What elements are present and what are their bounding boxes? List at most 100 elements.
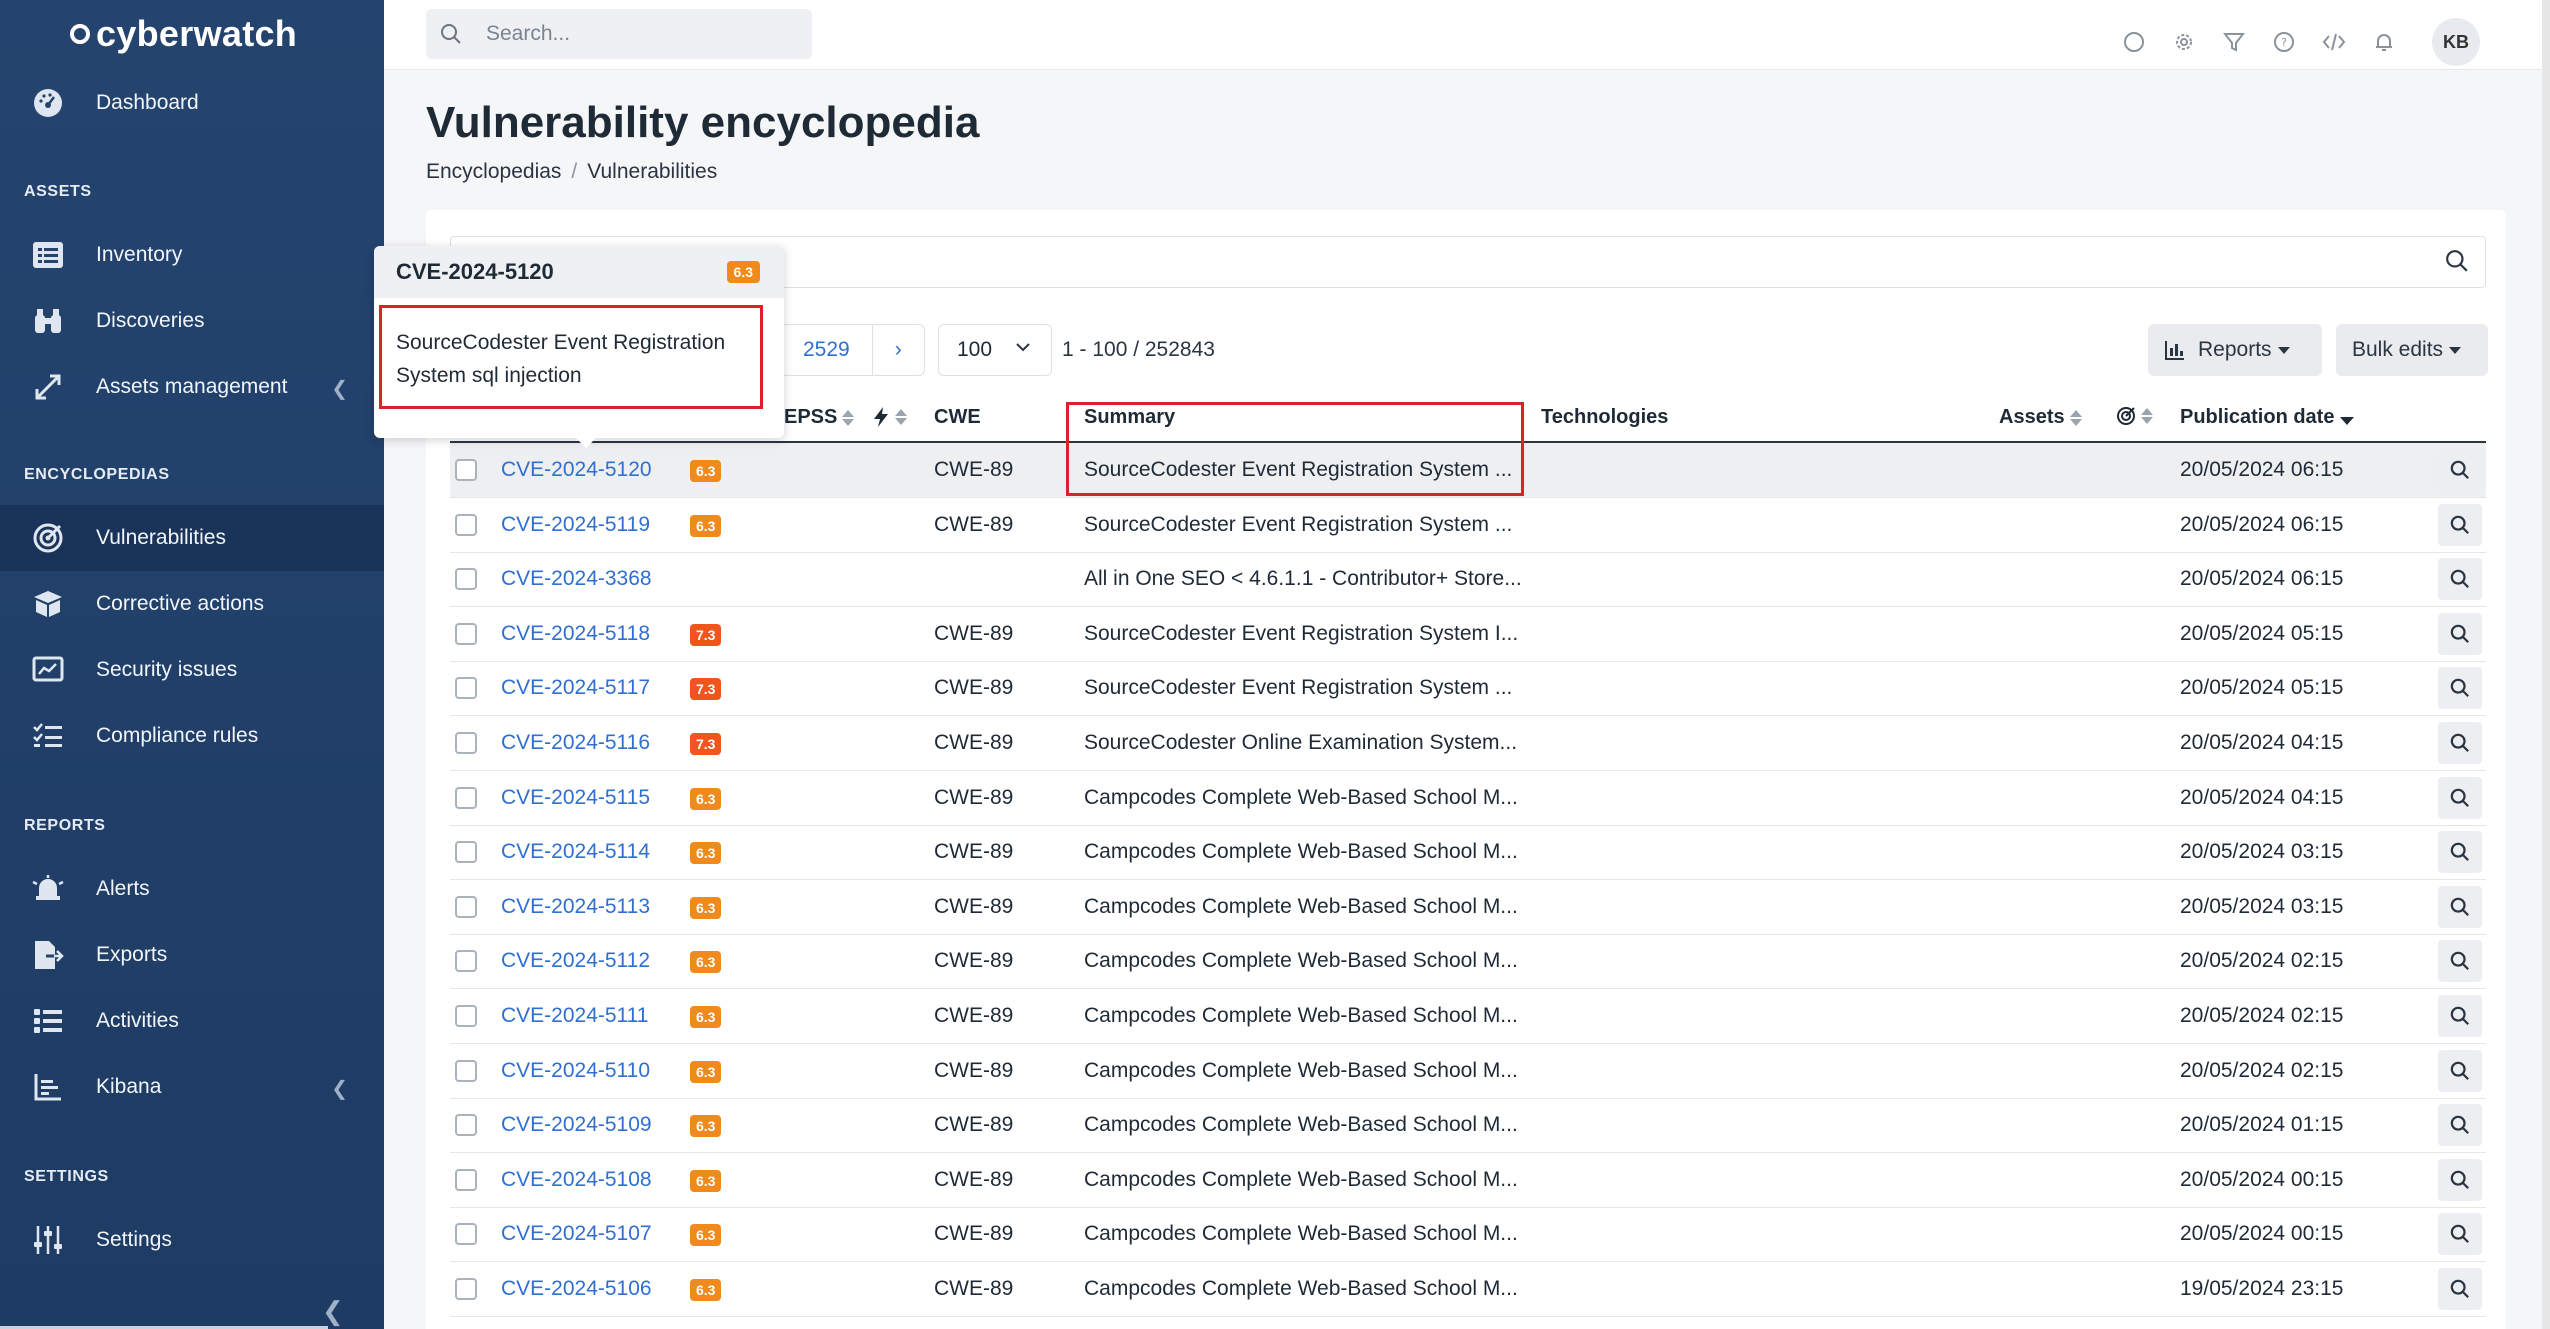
column-header-publication-date[interactable]: Publication date (2180, 406, 2355, 429)
filter-icon[interactable] (2220, 28, 2248, 56)
table-row[interactable]: CVE-2024-5106 6.3 CWE-89 Campcodes Complete… (450, 1262, 2486, 1317)
sidebar-item-compliance-rules[interactable]: Compliance rules (0, 703, 384, 769)
row-checkbox[interactable] (455, 950, 477, 973)
row-checkbox[interactable] (455, 1223, 477, 1246)
row-checkbox[interactable] (455, 732, 477, 754)
table-row[interactable]: CVE-2024-3368 All in One SEO < 4.6.1.1 - … (450, 552, 2486, 608)
global-search[interactable] (426, 9, 812, 59)
column-header-exploit[interactable] (872, 406, 907, 428)
row-search-button[interactable] (2438, 885, 2482, 928)
cve-link[interactable]: CVE-2024-5111 (501, 1004, 648, 1028)
cve-link[interactable]: CVE-2024-5114 (501, 840, 650, 864)
row-checkbox[interactable] (455, 568, 477, 591)
column-header-assets[interactable]: Assets (1999, 406, 2082, 429)
row-search-button[interactable] (2438, 612, 2482, 655)
per-page-select[interactable]: 100 (938, 324, 1052, 376)
pagination-next[interactable]: › (871, 325, 924, 375)
sidebar-item-exports[interactable]: Exports (0, 922, 384, 988)
cve-link[interactable]: CVE-2024-5118 (501, 622, 650, 646)
row-checkbox[interactable] (455, 786, 477, 809)
sidebar-item-activities[interactable]: Activities (0, 988, 384, 1054)
table-row[interactable]: CVE-2024-5118 7.3 CWE-89 SourceCodester Eve… (450, 607, 2486, 662)
row-search-button[interactable] (2438, 449, 2482, 491)
row-checkbox[interactable] (455, 622, 477, 645)
table-row[interactable]: CVE-2024-5107 6.3 CWE-89 Campcodes Complete… (450, 1207, 2486, 1263)
cve-link[interactable]: CVE-2024-5113 (501, 895, 650, 919)
sidebar-item-security-issues[interactable]: Security issues (0, 637, 384, 703)
search-icon[interactable] (2445, 249, 2469, 278)
brand-logo[interactable]: cyberwatch (0, 0, 384, 68)
table-row[interactable]: CVE-2024-5119 6.3 CWE-89 SourceCodester Eve… (450, 498, 2486, 553)
table-row[interactable]: CVE-2024-5111 6.3 CWE-89 Campcodes Complete… (450, 989, 2486, 1044)
sidebar-item-kibana[interactable]: Kibana ❮ (0, 1054, 384, 1120)
sidebar-item-alerts[interactable]: Alerts (0, 856, 384, 922)
sidebar-item-corrective-actions[interactable]: Corrective actions (0, 571, 384, 637)
column-header-epss[interactable]: EPSS (784, 406, 855, 429)
row-checkbox[interactable] (455, 1059, 477, 1082)
cve-link[interactable]: CVE-2024-5115 (501, 786, 650, 810)
cve-link[interactable]: CVE-2024-5120 (501, 458, 652, 482)
row-search-button[interactable] (2438, 1158, 2482, 1201)
user-avatar[interactable]: KB (2432, 18, 2480, 66)
table-row[interactable]: CVE-2024-5108 6.3 CWE-89 Campcodes Complete… (450, 1153, 2486, 1208)
sidebar-item-vulnerabilities[interactable]: Vulnerabilities (0, 505, 384, 571)
table-row[interactable]: CVE-2024-5109 6.3 CWE-89 Campcodes Complete… (450, 1098, 2486, 1154)
row-checkbox[interactable] (455, 459, 477, 481)
table-row[interactable]: CVE-2024-5117 7.3 CWE-89 SourceCodester Eve… (450, 661, 2486, 717)
bell-icon[interactable] (2370, 28, 2398, 56)
row-search-button[interactable] (2438, 667, 2482, 710)
cve-link[interactable]: CVE-2024-5108 (501, 1168, 652, 1192)
row-search-button[interactable] (2438, 1049, 2482, 1092)
sidebar-item-inventory[interactable]: Inventory (0, 222, 384, 288)
table-row[interactable]: CVE-2024-5110 6.3 CWE-89 Campcodes Complete… (450, 1044, 2486, 1099)
row-checkbox[interactable] (455, 1114, 477, 1137)
row-checkbox[interactable] (455, 895, 477, 918)
row-checkbox[interactable] (455, 1278, 477, 1300)
column-header-cwe[interactable]: CWE (934, 406, 981, 429)
row-search-button[interactable] (2438, 558, 2482, 601)
breadcrumb-link-encyclopedias[interactable]: Encyclopedias (426, 160, 561, 183)
table-row[interactable]: CVE-2024-5116 7.3 CWE-89 SourceCodester Onl… (450, 716, 2486, 771)
cve-link[interactable]: CVE-2024-5117 (501, 676, 650, 700)
column-header-prioritization[interactable] (2116, 406, 2153, 426)
row-checkbox[interactable] (455, 1005, 477, 1027)
row-checkbox[interactable] (455, 1168, 477, 1191)
row-checkbox[interactable] (455, 513, 477, 536)
column-header-technologies[interactable]: Technologies (1541, 406, 1668, 429)
chevron-left-icon[interactable]: ❮ (331, 376, 348, 401)
sidebar-item-dashboard[interactable]: Dashboard (0, 70, 384, 136)
row-search-button[interactable] (2438, 503, 2482, 546)
row-checkbox[interactable] (455, 841, 477, 864)
row-search-button[interactable] (2438, 831, 2482, 874)
row-search-button[interactable] (2438, 1104, 2482, 1147)
sidebar-item-settings[interactable]: Settings (0, 1207, 384, 1273)
circle-status-icon[interactable] (2120, 28, 2148, 56)
row-search-button[interactable] (2438, 1268, 2482, 1310)
chevron-left-icon[interactable]: ❮ (331, 1076, 348, 1101)
collapse-sidebar-icon[interactable]: ❮ (322, 1296, 344, 1327)
cve-link[interactable]: CVE-2024-5109 (501, 1113, 652, 1137)
help-icon[interactable]: ? (2270, 28, 2298, 56)
table-row[interactable]: CVE-2024-5112 6.3 CWE-89 Campcodes Complete… (450, 934, 2486, 990)
page-scrollbar[interactable] (2542, 0, 2550, 1329)
table-row[interactable]: CVE-2024-5115 6.3 CWE-89 Campcodes Complete… (450, 771, 2486, 826)
row-search-button[interactable] (2438, 1213, 2482, 1256)
row-search-button[interactable] (2438, 995, 2482, 1037)
cve-link[interactable]: CVE-2024-5106 (501, 1277, 652, 1301)
cve-link[interactable]: CVE-2024-5107 (501, 1222, 652, 1246)
gear-icon[interactable] (2170, 28, 2198, 56)
reports-button[interactable]: Reports (2148, 324, 2322, 376)
cve-link[interactable]: CVE-2024-3368 (501, 567, 652, 591)
cve-link[interactable]: CVE-2024-5110 (501, 1059, 650, 1083)
table-row[interactable]: CVE-2024-5113 6.3 CWE-89 Campcodes Complete… (450, 880, 2486, 935)
sidebar-item-discoveries[interactable]: Discoveries (0, 288, 384, 354)
search-input[interactable] (486, 22, 786, 46)
code-icon[interactable] (2320, 28, 2348, 56)
cve-link[interactable]: CVE-2024-5112 (501, 949, 650, 973)
pagination-last-page[interactable]: 2529 (781, 325, 872, 375)
row-search-button[interactable] (2438, 940, 2482, 983)
row-search-button[interactable] (2438, 776, 2482, 819)
row-search-button[interactable] (2438, 722, 2482, 764)
cve-link[interactable]: CVE-2024-5116 (501, 731, 650, 755)
sidebar-item-assets-management[interactable]: Assets management ❮ (0, 354, 384, 420)
